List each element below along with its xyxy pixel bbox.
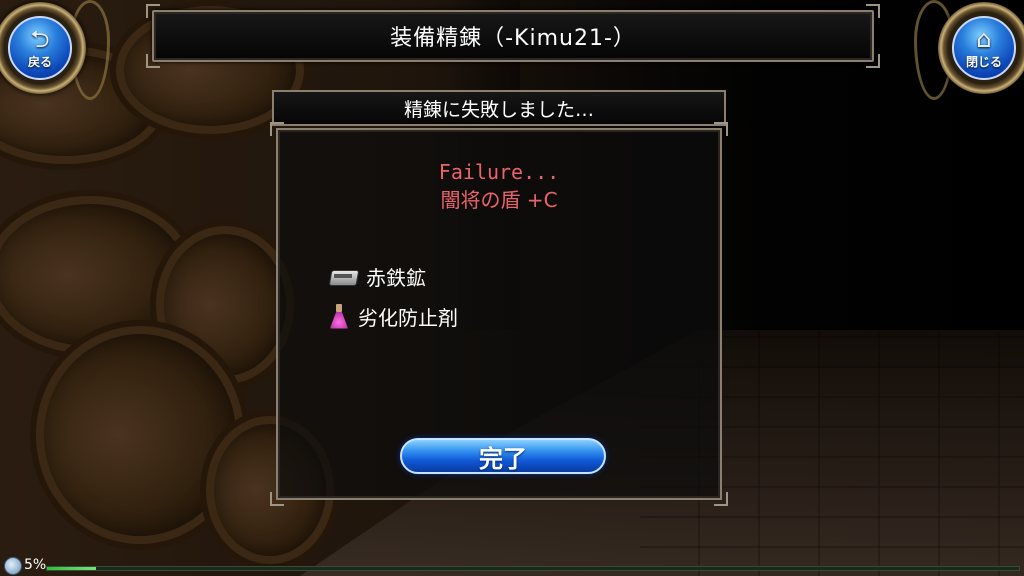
- progress-percent: 5%: [24, 557, 47, 573]
- material-item: 赤鉄鉱: [328, 262, 426, 291]
- progress-bar-fill: [47, 567, 96, 570]
- page-title: 装備精錬（-Kimu21-）: [390, 26, 636, 51]
- back-arrow-icon: ⮌: [30, 24, 50, 53]
- dialog-title-bar: 精錬に失敗しました…: [272, 90, 726, 126]
- close-button[interactable]: ⌂ 閉じる: [938, 2, 1024, 94]
- item-name: 闇将の盾 +C: [440, 188, 558, 212]
- home-icon: ⌂: [976, 24, 992, 53]
- material-item: 劣化防止剤: [328, 302, 458, 331]
- refine-result-dialog: Failure... 闇将の盾 +C 赤鉄鉱 劣化防止剤 完了: [270, 122, 728, 506]
- ore-icon: [328, 266, 358, 288]
- material-name: 劣化防止剤: [358, 306, 458, 330]
- close-button-label: 閉じる: [965, 54, 1002, 69]
- loading-status: 5%: [0, 556, 1024, 576]
- dialog-title: 精錬に失敗しました…: [403, 98, 594, 121]
- done-button[interactable]: 完了: [400, 438, 606, 474]
- material-name: 赤鉄鉱: [366, 266, 426, 290]
- progress-bar: [46, 566, 1020, 571]
- potion-icon: [328, 303, 350, 330]
- back-button-label: 戻る: [27, 54, 52, 69]
- title-bar: 装備精錬（-Kimu21-）: [146, 4, 880, 68]
- failure-text: Failure...: [438, 160, 560, 184]
- progress-orb-icon: [4, 557, 22, 575]
